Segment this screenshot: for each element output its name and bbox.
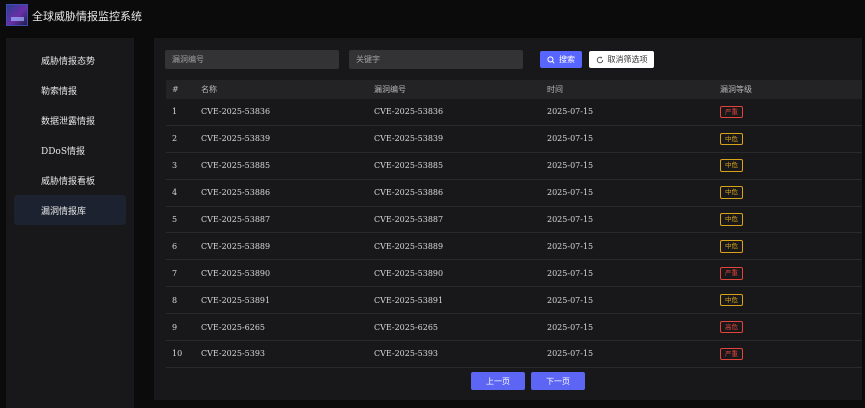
cell-index: 7	[172, 268, 178, 278]
search-button-label: 搜索	[559, 55, 575, 64]
cell-index: 10	[172, 349, 183, 359]
app-title: 全球威胁情报监控系统	[32, 10, 142, 23]
cell-date: 2025-07-15	[547, 295, 594, 305]
sidebar-item-ddos[interactable]: DDoS情报	[14, 135, 126, 165]
cell-vuln-id: CVE-2025-53886	[374, 188, 444, 198]
level-badge: 严重	[720, 347, 743, 361]
cell-date: 2025-07-15	[547, 134, 594, 144]
cell-name: CVE-2025-5393	[201, 349, 266, 359]
cell-name: CVE-2025-53887	[201, 215, 271, 224]
cell-index: 3	[172, 161, 178, 171]
cell-index: 9	[172, 322, 178, 332]
cell-vuln-id: CVE-2025-53890	[374, 268, 444, 278]
table-row[interactable]: 9 CVE-2025-6265 CVE-2025-6265 2025-07-15…	[166, 314, 862, 342]
cell-vuln-id: CVE-2025-53891	[374, 295, 444, 305]
cell-name: CVE-2025-53886	[201, 188, 271, 198]
level-badge: 严重	[720, 105, 743, 119]
level-badge: 中危	[720, 240, 743, 253]
table-row[interactable]: 7 CVE-2025-53890 CVE-2025-53890 2025-07-…	[166, 260, 862, 288]
cell-date: 2025-07-15	[547, 268, 594, 278]
table-row[interactable]: 4 CVE-2025-53886 CVE-2025-53886 2025-07-…	[166, 180, 862, 207]
cell-date: 2025-07-15	[547, 241, 594, 251]
cell-index: 2	[172, 134, 178, 144]
sidebar-item-threat-situation[interactable]: 威胁情报态势	[14, 45, 126, 75]
table-row[interactable]: 5 CVE-2025-53887 CVE-2025-53887 2025-07-…	[166, 207, 862, 234]
cell-vuln-id: CVE-2025-53885	[374, 161, 444, 171]
clear-filters-label: 取消筛选项	[607, 55, 648, 64]
cell-name: CVE-2025-53891	[201, 295, 271, 305]
vuln-id-input[interactable]	[165, 50, 339, 69]
header-name: 名称	[201, 85, 217, 94]
cell-index: 8	[172, 295, 178, 305]
header-index: #	[172, 85, 179, 94]
cell-date: 2025-07-15	[547, 215, 594, 224]
table-row[interactable]: 6 CVE-2025-53889 CVE-2025-53889 2025-07-…	[166, 233, 862, 261]
header-level: 漏洞等级	[720, 85, 752, 94]
refresh-icon	[596, 56, 603, 63]
cell-date: 2025-07-15	[547, 188, 594, 198]
header-vuln-id: 漏洞编号	[374, 85, 406, 94]
sidebar-item-ransomware[interactable]: 勒索情报	[14, 75, 126, 105]
table-row[interactable]: 8 CVE-2025-53891 CVE-2025-53891 2025-07-…	[166, 287, 862, 315]
vuln-table: # 名称 漏洞编号 时间 漏洞等级 1 CVE-2025-53836 CVE-2…	[166, 80, 862, 368]
cell-index: 5	[172, 215, 178, 224]
cell-vuln-id: CVE-2025-53889	[374, 241, 444, 251]
cell-name: CVE-2025-53839	[201, 134, 271, 144]
prev-page-button[interactable]: 上一页	[471, 372, 525, 390]
cell-date: 2025-07-15	[547, 349, 594, 359]
level-badge: 中危	[720, 293, 743, 307]
sidebar-item-vuln-library[interactable]: 漏洞情报库	[14, 195, 126, 225]
search-button[interactable]: 搜索	[540, 51, 582, 68]
level-badge: 严重	[720, 267, 743, 280]
header-date: 时间	[547, 85, 563, 94]
cell-date: 2025-07-15	[547, 107, 594, 117]
keyword-input[interactable]	[349, 50, 523, 69]
cell-index: 6	[172, 241, 178, 251]
main-panel: 搜索 取消筛选项 # 名称 漏洞编号 时间 漏洞等级 1 CVE-2025-53…	[154, 38, 862, 400]
table-row[interactable]: 3 CVE-2025-53885 CVE-2025-53885 2025-07-…	[166, 153, 862, 180]
top-bar: 全球威胁情报监控系统	[0, 0, 865, 30]
cell-vuln-id: CVE-2025-53887	[374, 215, 444, 224]
level-badge: 中危	[720, 186, 743, 199]
cell-date: 2025-07-15	[547, 322, 594, 332]
cell-name: CVE-2025-53885	[201, 161, 271, 171]
level-badge: 高危	[720, 320, 743, 334]
cell-vuln-id: CVE-2025-6265	[374, 322, 439, 332]
cell-date: 2025-07-15	[547, 161, 594, 171]
cell-vuln-id: CVE-2025-5393	[374, 349, 439, 359]
level-badge: 中危	[720, 132, 743, 146]
cell-index: 4	[172, 188, 178, 198]
cell-name: CVE-2025-6265	[201, 322, 266, 332]
cell-name: CVE-2025-53836	[201, 107, 271, 117]
cell-vuln-id: CVE-2025-53839	[374, 134, 444, 144]
cell-vuln-id: CVE-2025-53836	[374, 107, 444, 117]
sidebar-item-threat-board[interactable]: 威胁情报看板	[14, 165, 126, 195]
search-icon	[547, 55, 555, 64]
next-page-button[interactable]: 下一页	[531, 372, 585, 390]
table-row[interactable]: 10 CVE-2025-5393 CVE-2025-5393 2025-07-1…	[166, 341, 862, 368]
table-header: # 名称 漏洞编号 时间 漏洞等级	[166, 80, 862, 99]
table-row[interactable]: 1 CVE-2025-53836 CVE-2025-53836 2025-07-…	[166, 99, 862, 126]
cell-index: 1	[172, 107, 178, 117]
level-badge: 中危	[720, 159, 743, 172]
sidebar-item-data-leak[interactable]: 数据泄露情报	[14, 105, 126, 135]
level-badge: 中危	[720, 213, 743, 226]
sidebar: 威胁情报态势 勒索情报 数据泄露情报 DDoS情报 威胁情报看板 漏洞情报库	[6, 38, 134, 408]
table-row[interactable]: 2 CVE-2025-53839 CVE-2025-53839 2025-07-…	[166, 126, 862, 153]
cell-name: CVE-2025-53889	[201, 241, 271, 251]
cell-name: CVE-2025-53890	[201, 268, 271, 278]
app-logo	[6, 4, 28, 26]
clear-filters-button[interactable]: 取消筛选项	[589, 51, 654, 68]
